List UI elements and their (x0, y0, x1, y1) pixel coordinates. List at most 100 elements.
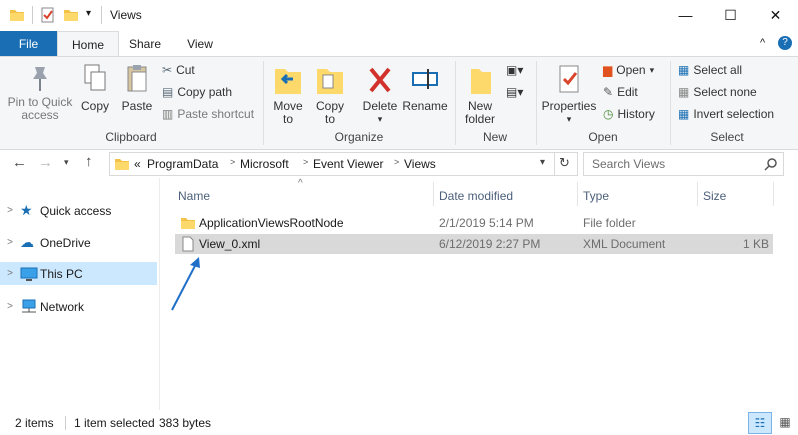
qat-dropdown-icon[interactable]: ▾ (86, 8, 91, 19)
ribbon-collapse-icon[interactable]: ^ (760, 37, 765, 49)
tab-view[interactable]: View (172, 31, 228, 56)
breadcrumb-chevron-icon[interactable]: > (394, 157, 399, 167)
minimize-icon[interactable]: — (663, 0, 708, 30)
document-icon (182, 236, 194, 252)
breadcrumb-event-viewer[interactable]: Event Viewer (313, 157, 383, 171)
help-icon[interactable]: ? (778, 36, 792, 50)
select-none-button[interactable]: ▦ Select none (678, 85, 757, 99)
column-divider[interactable] (773, 182, 774, 206)
search-icon[interactable] (764, 157, 778, 171)
group-label-new: New (482, 130, 507, 144)
expand-chevron-icon[interactable]: > (0, 301, 20, 312)
open-label: Open (616, 63, 646, 77)
column-header-name[interactable]: Name (178, 185, 210, 207)
breadcrumb-overflow[interactable]: « (134, 157, 141, 171)
rename-button[interactable]: Rename (402, 63, 448, 113)
pin-icon (33, 67, 47, 91)
copy-path-icon: ▤ (162, 85, 174, 99)
sort-indicator-icon: ^ (298, 178, 303, 189)
pin-label: Pin to Quick access (7, 95, 73, 122)
properties-dropdown-icon[interactable]: ▾ (541, 113, 597, 126)
select-all-button[interactable]: ▦ Select all (678, 63, 742, 77)
tab-home[interactable]: Home (57, 31, 119, 57)
star-icon: ★ (20, 202, 33, 218)
invert-selection-button[interactable]: ▦ Invert selection (678, 107, 774, 121)
open-dropdown-icon[interactable]: ▾ (650, 65, 655, 76)
column-divider[interactable] (697, 182, 698, 206)
pin-to-quick-access-button[interactable]: Pin to Quick access (4, 63, 76, 122)
folder-icon (115, 159, 129, 170)
paste-shortcut-label: Paste shortcut (177, 107, 255, 121)
nav-item-network[interactable]: > Network (0, 295, 157, 318)
file-row[interactable]: View_0.xml 6/12/2019 2:27 PM XML Documen… (175, 234, 773, 254)
column-divider[interactable] (577, 182, 578, 206)
copy-button[interactable]: Copy (76, 63, 114, 113)
breadcrumb-chevron-icon[interactable]: > (230, 157, 235, 167)
history-button[interactable]: ◷ History (603, 107, 655, 121)
up-icon[interactable]: ↑ (85, 153, 93, 170)
maximize-icon[interactable]: ☐ (708, 0, 753, 30)
recent-locations-icon[interactable]: ▾ (64, 157, 69, 168)
nav-item-quick-access[interactable]: > ★ Quick access (0, 199, 157, 222)
properties-qat-icon[interactable] (40, 7, 56, 23)
folder-icon (181, 218, 195, 229)
file-row[interactable]: ApplicationViewsRootNode 2/1/2019 5:14 P… (175, 213, 773, 233)
select-none-icon: ▦ (678, 85, 690, 99)
copy-label: Copy (80, 99, 109, 113)
close-icon[interactable]: ✕ (753, 0, 798, 30)
file-size: 1 KB (742, 237, 769, 251)
new-item-icon[interactable]: ▣▾ (506, 63, 523, 77)
ribbon-tabs: File Home Share View ^ ? (0, 31, 798, 57)
expand-chevron-icon[interactable]: > (0, 205, 20, 216)
forward-icon[interactable]: → (38, 154, 53, 171)
open-button[interactable]: ▆ Open ▾ (603, 63, 654, 77)
breadcrumb-microsoft[interactable]: Microsoft (240, 157, 289, 171)
copy-path-button[interactable]: ▤ Copy path (162, 85, 232, 99)
paste-shortcut-button[interactable]: ▥ Paste shortcut (162, 107, 254, 121)
copy-path-label: Copy path (177, 85, 233, 99)
column-header-date[interactable]: Date modified (439, 185, 513, 207)
search-input[interactable]: Search Views (592, 157, 665, 171)
address-divider (554, 153, 555, 175)
new-folder-button[interactable]: New folder (460, 63, 500, 126)
easy-access-icon[interactable]: ▤▾ (506, 85, 523, 99)
paste-icon (127, 65, 147, 92)
move-to-button[interactable]: Move to (268, 63, 308, 126)
status-selection: 1 item selected (74, 416, 155, 430)
edit-button[interactable]: ✎ Edit (603, 85, 638, 99)
title-divider (101, 6, 102, 24)
window-title: Views (110, 8, 142, 22)
search-box[interactable]: Search Views (583, 152, 784, 176)
cut-button[interactable]: ✂ Cut (162, 63, 195, 77)
paste-label: Paste (121, 99, 153, 113)
delete-button[interactable]: Delete ▾ (360, 63, 400, 126)
column-header-type[interactable]: Type (583, 185, 609, 207)
address-bar[interactable]: « ProgramData > Microsoft > Event Viewer… (109, 152, 578, 176)
breadcrumb-programdata[interactable]: ProgramData (147, 157, 218, 171)
breadcrumb-chevron-icon[interactable]: > (303, 157, 308, 167)
tab-file[interactable]: File (0, 31, 57, 56)
tab-share[interactable]: Share (118, 31, 172, 56)
address-dropdown-icon[interactable]: ▾ (540, 157, 545, 168)
delete-dropdown-icon[interactable]: ▾ (360, 113, 400, 126)
breadcrumb-views[interactable]: Views (404, 157, 436, 171)
paste-button[interactable]: Paste (118, 63, 156, 113)
invert-selection-icon: ▦ (678, 107, 690, 121)
group-label-select: Select (710, 130, 744, 144)
refresh-icon[interactable]: ↻ (559, 155, 570, 171)
back-icon[interactable]: ← (12, 154, 27, 171)
annotation-arrow-icon (171, 257, 200, 311)
large-icons-view-icon[interactable]: ▦ (775, 412, 795, 432)
column-header-size[interactable]: Size (703, 185, 726, 207)
properties-button[interactable]: Properties ▾ (541, 63, 597, 126)
expand-chevron-icon[interactable]: > (0, 237, 20, 248)
nav-item-this-pc[interactable]: > This PC (0, 262, 157, 285)
nav-item-onedrive[interactable]: > ☁ OneDrive (0, 231, 157, 254)
copy-to-button[interactable]: Copy to (310, 63, 350, 126)
file-name: View_0.xml (199, 237, 261, 251)
rename-icon (412, 69, 438, 89)
new-folder-qat-icon[interactable] (63, 7, 79, 23)
expand-chevron-icon[interactable]: > (0, 268, 20, 279)
column-divider[interactable] (433, 182, 434, 206)
details-view-icon[interactable]: ☷ (748, 412, 772, 434)
